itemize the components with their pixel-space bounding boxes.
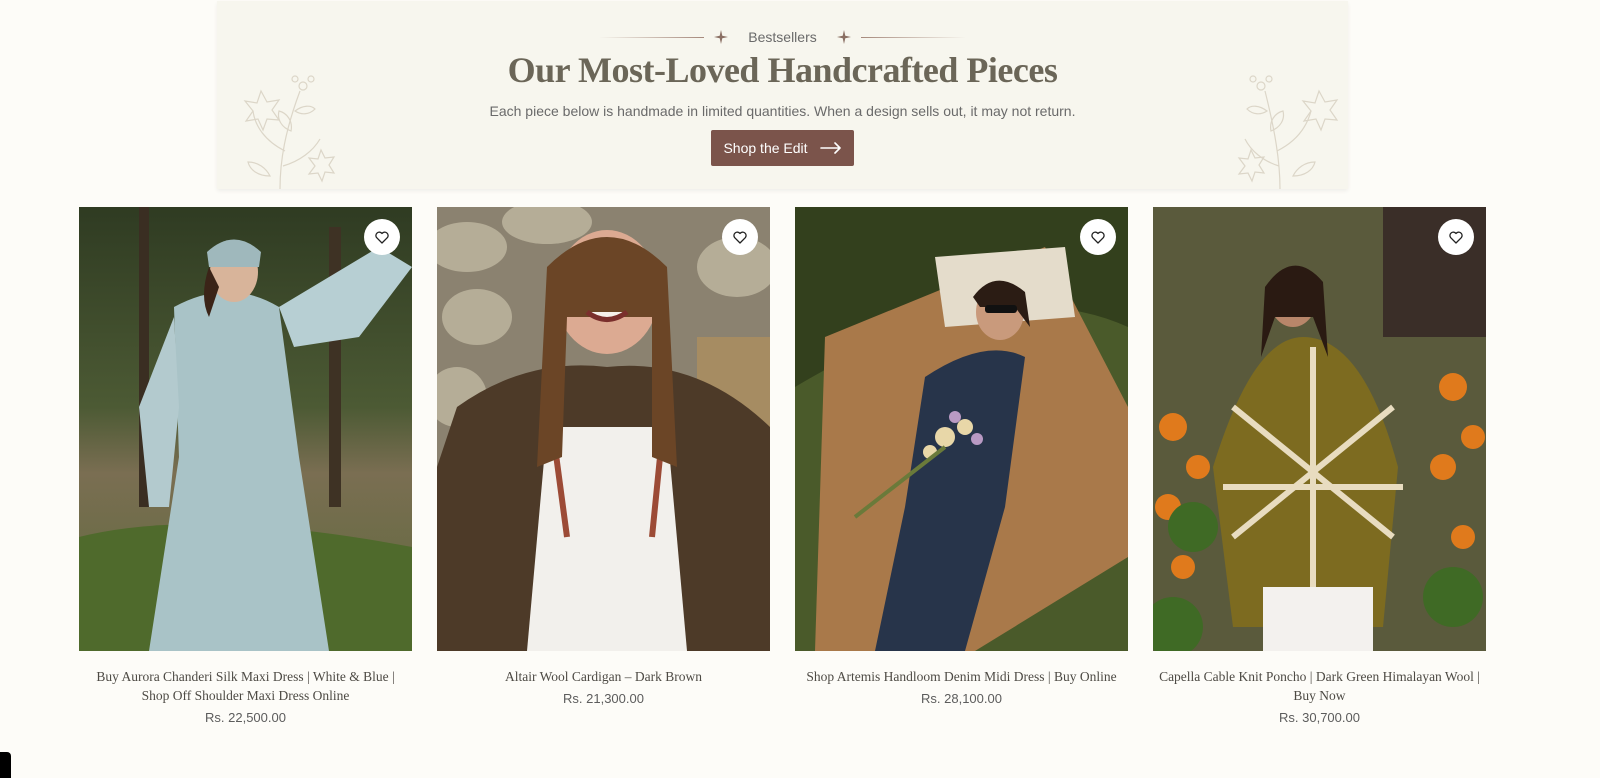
banner-subtitle: Each piece below is handmade in limited … [489,103,1076,119]
wishlist-button[interactable] [1080,219,1116,255]
product-image[interactable] [79,207,412,651]
product-photo-artemis-dress [795,207,1128,651]
heart-icon [1449,231,1463,244]
floral-icon [1237,75,1339,189]
product-photo-aurora-dress [79,207,412,651]
wishlist-button[interactable] [722,219,758,255]
sparkle-icon [714,30,729,44]
arrow-right-icon [819,142,841,154]
heart-icon [733,231,747,244]
eyebrow-divider-left [599,36,705,38]
shop-the-edit-label: Shop the Edit [723,140,808,156]
floral-icon [243,75,336,189]
heart-icon [1091,231,1105,244]
eyebrow-divider-right [860,36,966,38]
product-price: Rs. 30,700.00 [1279,710,1360,725]
product-title[interactable]: Buy Aurora Chanderi Silk Maxi Dress | Wh… [79,667,412,705]
product-title[interactable]: Altair Wool Cardigan – Dark Brown [437,667,770,686]
sparkle-icon [836,30,851,44]
product-price: Rs. 28,100.00 [921,691,1002,706]
product-photo-capella-poncho [1153,207,1486,651]
shop-the-edit-button[interactable]: Shop the Edit [711,130,854,166]
product-image[interactable] [437,207,770,651]
bestsellers-banner: Bestsellers Our Most-Loved Handcrafted P… [217,1,1348,189]
eyebrow-row: Bestsellers [217,27,1348,47]
product-title[interactable]: Shop Artemis Handloom Denim Midi Dress |… [795,667,1128,686]
product-card[interactable]: Shop Artemis Handloom Denim Midi Dress |… [795,207,1128,706]
wishlist-button[interactable] [1438,219,1474,255]
heart-icon [375,231,389,244]
chat-widget-tab[interactable] [0,752,11,778]
banner-title: Our Most-Loved Handcrafted Pieces [507,50,1058,90]
product-price: Rs. 21,300.00 [563,691,644,706]
product-image[interactable] [795,207,1128,651]
product-card[interactable]: Buy Aurora Chanderi Silk Maxi Dress | Wh… [79,207,412,725]
wishlist-button[interactable] [364,219,400,255]
product-photo-altair-cardigan [437,207,770,651]
eyebrow-label: Bestsellers [748,29,817,45]
product-card[interactable]: Capella Cable Knit Poncho | Dark Green H… [1153,207,1486,725]
product-card[interactable]: Altair Wool Cardigan – Dark Brown Rs. 21… [437,207,770,706]
product-title[interactable]: Capella Cable Knit Poncho | Dark Green H… [1153,667,1486,705]
product-image[interactable] [1153,207,1486,651]
product-price: Rs. 22,500.00 [205,710,286,725]
